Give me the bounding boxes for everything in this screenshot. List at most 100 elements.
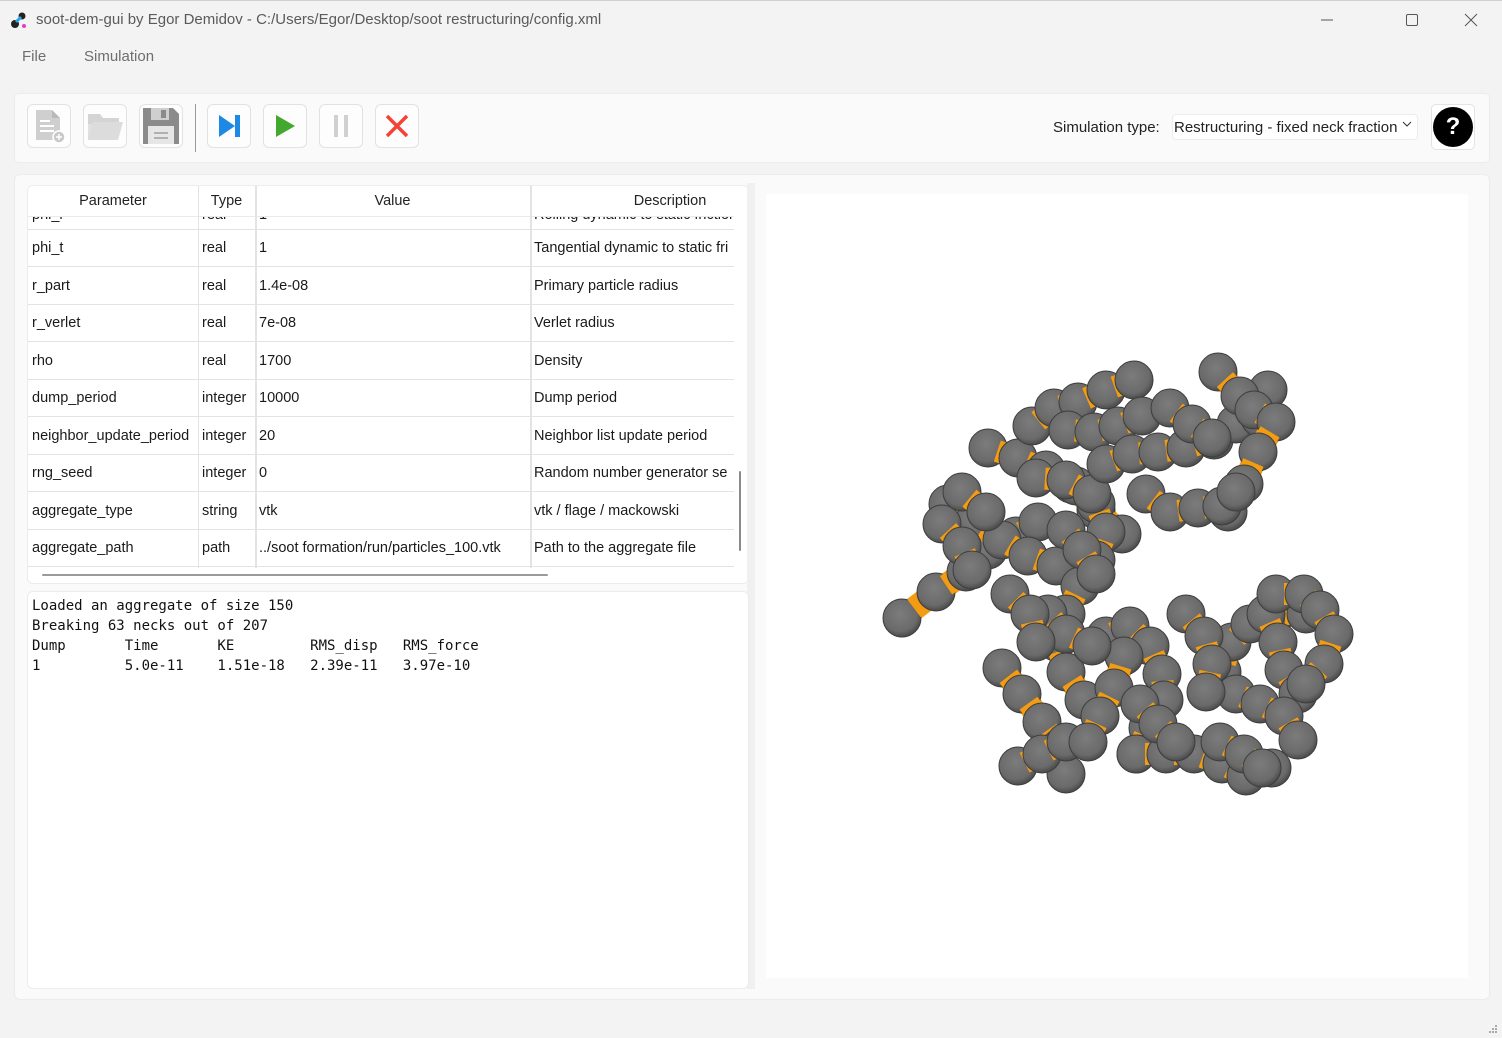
- cell-value: ../soot formation/run/particles_100.vtk: [259, 540, 501, 556]
- open-file-button[interactable]: [83, 104, 127, 148]
- primary-particle: [1114, 360, 1154, 400]
- horizontal-scrollbar[interactable]: [42, 574, 548, 576]
- table-row[interactable]: rng_seed integer 0 Random number generator …: [28, 454, 734, 492]
- cell-description: vtk / flage / mackowski: [534, 502, 680, 519]
- cell-parameter: aggregate_path: [32, 540, 134, 556]
- maximize-button[interactable]: [1389, 5, 1435, 35]
- stop-button[interactable]: [375, 104, 419, 148]
- table-header: Parameter Type Value Description: [28, 186, 734, 217]
- table-row[interactable]: r_part real 1.4e-08 Primary particle radius: [28, 267, 734, 305]
- pause-button[interactable]: [319, 104, 363, 148]
- table-row[interactable]: phi_t real 1 Tangential dynamic to static f…: [28, 229, 734, 267]
- cell-parameter: r_verlet: [32, 315, 81, 331]
- console-line: Breaking 63 necks out of 207: [32, 618, 269, 634]
- table-row[interactable]: aggregate_type string vtk vtk / flage / mac…: [28, 492, 734, 530]
- cell-description: Tangential dynamic to static fri: [534, 240, 729, 256]
- cell-parameter: rng_seed: [32, 465, 93, 481]
- pause-icon: [334, 115, 348, 137]
- column-divider: [255, 186, 257, 568]
- particle-chain: [990, 574, 1056, 662]
- table-row[interactable]: rho real 1700 Density: [28, 342, 734, 380]
- cell-type: real: [202, 315, 227, 331]
- cell-description: Primary particle radius: [534, 277, 679, 294]
- simulation-type-value: Restructuring - fixed neck fraction: [1174, 119, 1398, 136]
- run-button[interactable]: [263, 104, 307, 148]
- save-file-button[interactable]: [139, 104, 183, 148]
- primary-particle: [1016, 622, 1056, 662]
- cell-parameter: neighbor_update_period: [32, 427, 190, 444]
- console-output: Loaded an aggregate of size 150 Breaking…: [27, 591, 749, 989]
- primary-particle: [1072, 626, 1112, 666]
- cell-value: 1.4e-08: [259, 277, 309, 294]
- folder-open-icon: [88, 114, 123, 140]
- dumbbell-molecule-icon: [11, 12, 26, 28]
- cell-parameter: dump_period: [32, 390, 117, 406]
- primary-particle: [1068, 722, 1108, 762]
- primary-particle: [1216, 472, 1256, 512]
- primary-particle: [1192, 418, 1232, 458]
- table-row[interactable]: dump_period integer 10000 Dump period: [28, 379, 734, 417]
- cell-value: 0: [259, 465, 268, 481]
- cell-parameter: aggregate_type: [32, 502, 133, 519]
- cell-parameter: r_part: [32, 277, 70, 294]
- cell-type: integer: [202, 390, 247, 406]
- step-button[interactable]: [207, 104, 251, 148]
- cell-type: real: [202, 352, 227, 369]
- header-type[interactable]: Type: [198, 193, 255, 209]
- toolbar: Simulation type: Restructuring - fixed n…: [14, 93, 1490, 163]
- help-icon: ?: [1433, 107, 1473, 147]
- simulation-type-dropdown[interactable]: Restructuring - fixed neck fraction: [1172, 114, 1418, 140]
- maximize-icon: [1406, 14, 1418, 26]
- column-divider: [530, 186, 532, 568]
- primary-particle: [1286, 664, 1326, 704]
- aggregate-render: [882, 352, 1354, 796]
- cell-description: Dump period: [534, 390, 618, 406]
- help-button[interactable]: ?: [1431, 104, 1475, 150]
- new-document-icon: [36, 110, 66, 144]
- close-button[interactable]: [1448, 5, 1494, 35]
- console-line: Dump Time KE RMS_disp RMS_force: [32, 638, 479, 654]
- console-line: 1 5.0e-11 1.51e-18 2.39e-11 3.97e-10: [32, 658, 471, 674]
- chevron-down-icon: [1401, 118, 1413, 133]
- cell-description: Random number generator se: [534, 465, 728, 481]
- cell-parameter: rho: [32, 352, 53, 369]
- vertical-scrollbar[interactable]: [739, 471, 741, 551]
- primary-particle: [1242, 748, 1282, 788]
- table-row[interactable]: r_verlet real 7e-08 Verlet radius: [28, 304, 734, 342]
- menu-bar: File Simulation: [0, 42, 1502, 72]
- new-file-button[interactable]: [27, 104, 71, 148]
- minimize-button[interactable]: [1304, 5, 1350, 35]
- simulation-type-label: Simulation type:: [1053, 119, 1160, 136]
- window-title: soot-dem-gui by Egor Demidov - C:/Users/…: [36, 11, 602, 28]
- cell-type: integer: [202, 427, 247, 444]
- menu-file[interactable]: File: [22, 48, 46, 65]
- aggregate-3d-viewer[interactable]: [766, 194, 1468, 978]
- close-x-icon: [385, 114, 409, 138]
- primary-particle: [1186, 672, 1226, 712]
- primary-particle: [952, 550, 992, 590]
- close-icon: [1464, 13, 1478, 27]
- table-row[interactable]: neighbor_update_period integer 20 Neighbor …: [28, 417, 734, 455]
- primary-particle: [1076, 554, 1116, 594]
- header-value[interactable]: Value: [255, 193, 530, 209]
- cell-value: 20: [259, 427, 276, 444]
- cell-value: 7e-08: [259, 315, 297, 331]
- header-description[interactable]: Description: [530, 193, 748, 209]
- title-bar: soot-dem-gui by Egor Demidov - C:/Users/…: [0, 0, 1502, 39]
- table-row[interactable]: aggregate_path path ../soot formation/run/…: [28, 529, 734, 567]
- cell-description: Density: [534, 352, 583, 369]
- toolbar-separator: [195, 104, 196, 152]
- floppy-disk-icon: [143, 108, 179, 144]
- cell-type: real: [202, 240, 227, 256]
- header-parameter[interactable]: Parameter: [28, 193, 198, 209]
- cell-value: 1: [259, 240, 268, 256]
- cell-value: vtk: [259, 502, 278, 519]
- cell-type: integer: [202, 465, 247, 481]
- primary-particle: [1156, 722, 1196, 762]
- console-line: Loaded an aggregate of size 150: [32, 598, 294, 614]
- menu-simulation[interactable]: Simulation: [84, 48, 154, 65]
- resize-grip-icon[interactable]: [1488, 1025, 1498, 1035]
- cell-description: Verlet radius: [534, 315, 615, 331]
- parameters-table: Parameter Type Value Description phi_r r…: [27, 185, 749, 584]
- skip-forward-icon: [219, 115, 240, 137]
